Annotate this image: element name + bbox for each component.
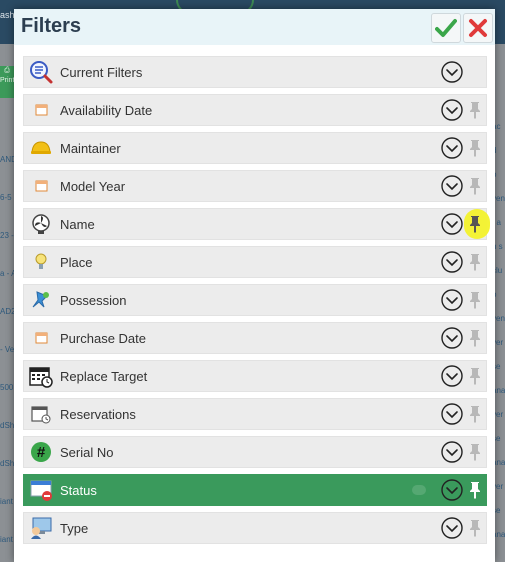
- pin-icon[interactable]: [468, 252, 482, 272]
- calendar-small-icon: [28, 173, 54, 199]
- filter-label: Name: [60, 216, 95, 232]
- chevron-down-icon[interactable]: [441, 61, 463, 83]
- calendar-small-icon: [28, 325, 54, 351]
- apply-filters-button[interactable]: [431, 13, 461, 43]
- fan-icon: [28, 211, 54, 237]
- filter-label: Status: [60, 482, 97, 498]
- filter-label: Serial No: [60, 444, 114, 460]
- status-indicator: [412, 485, 426, 495]
- svg-text:#: #: [37, 444, 46, 461]
- filter-label: Purchase Date: [60, 330, 146, 346]
- pin-icon[interactable]: [468, 290, 482, 310]
- filter-row-current-filters[interactable]: Current Filters: [23, 56, 487, 88]
- hash-badge-icon: #: [28, 439, 54, 465]
- chevron-down-icon[interactable]: [441, 403, 463, 425]
- background-print-button: ⎙ Print: [0, 66, 14, 98]
- filter-row-type[interactable]: Type: [23, 512, 487, 544]
- pin-icon[interactable]: [464, 209, 490, 239]
- filter-label: Reservations: [60, 406, 136, 422]
- filter-label: Type: [60, 520, 89, 536]
- chevron-down-icon[interactable]: [441, 99, 463, 121]
- chevron-down-icon[interactable]: [441, 441, 463, 463]
- calendar-clock-icon: [28, 363, 54, 389]
- calendar-small-icon: [28, 97, 54, 123]
- filter-row-name[interactable]: Name: [23, 208, 490, 240]
- filter-row-possession[interactable]: Possession: [23, 284, 487, 316]
- filter-row-availability-date[interactable]: Availability Date: [23, 94, 487, 126]
- filter-row-reservations[interactable]: Reservations: [23, 398, 487, 430]
- chevron-down-icon[interactable]: [441, 517, 463, 539]
- pushpin-icon: [28, 287, 54, 313]
- window-stop-icon: [28, 477, 54, 503]
- pin-icon[interactable]: [468, 100, 482, 120]
- printer-icon: ⎙: [4, 67, 10, 74]
- print-label: Print: [0, 77, 15, 84]
- filter-label: Replace Target: [60, 368, 148, 384]
- pin-icon[interactable]: [468, 404, 482, 424]
- chevron-down-icon[interactable]: [441, 137, 463, 159]
- chevron-down-icon[interactable]: [441, 327, 463, 349]
- pin-icon[interactable]: [468, 176, 482, 196]
- dialog-title: Filters: [21, 15, 82, 37]
- filter-row-status[interactable]: Status: [23, 474, 487, 506]
- background-title-fragment: ash: [0, 10, 15, 20]
- pin-icon[interactable]: [468, 366, 482, 386]
- filter-row-model-year[interactable]: Model Year: [23, 170, 487, 202]
- filter-label: Maintainer: [60, 140, 121, 156]
- filter-label: Place: [60, 254, 93, 270]
- filter-label: Possession: [60, 292, 127, 308]
- filters-dialog: Filters Current Filters Availability Date…: [14, 9, 495, 562]
- pin-icon[interactable]: [468, 518, 482, 538]
- filter-label: Current Filters: [60, 64, 143, 80]
- filter-row-serial-no[interactable]: # Serial No: [23, 436, 487, 468]
- pin-icon[interactable]: [468, 328, 482, 348]
- filter-row-replace-target[interactable]: Replace Target: [23, 360, 487, 392]
- filter-row-place[interactable]: Place: [23, 246, 487, 278]
- filter-row-maintainer[interactable]: Maintainer: [23, 132, 487, 164]
- dialog-header: Filters: [14, 9, 495, 45]
- chevron-down-icon[interactable]: [441, 479, 463, 501]
- filter-label: Availability Date: [60, 102, 153, 118]
- chevron-down-icon[interactable]: [441, 365, 463, 387]
- chevron-down-icon[interactable]: [441, 251, 463, 273]
- green-checkmark-icon: [435, 19, 457, 37]
- chevron-down-icon[interactable]: [441, 175, 463, 197]
- filter-list: Current Filters Availability Date Maintain…: [23, 56, 490, 550]
- hardhat-icon: [28, 135, 54, 161]
- chevron-down-icon[interactable]: [441, 213, 463, 235]
- monitor-user-icon: [28, 515, 54, 541]
- cancel-filters-button[interactable]: [463, 13, 493, 43]
- lightbulb-icon: [28, 249, 54, 275]
- magnifier-list-icon: [28, 59, 54, 85]
- chevron-down-icon[interactable]: [441, 289, 463, 311]
- calendar-reservation-icon: [28, 401, 54, 427]
- pin-icon[interactable]: [468, 442, 482, 462]
- pin-icon[interactable]: [468, 480, 482, 500]
- filter-row-purchase-date[interactable]: Purchase Date: [23, 322, 487, 354]
- pin-icon[interactable]: [468, 138, 482, 158]
- filter-label: Model Year: [60, 178, 126, 194]
- red-x-icon: [469, 19, 487, 37]
